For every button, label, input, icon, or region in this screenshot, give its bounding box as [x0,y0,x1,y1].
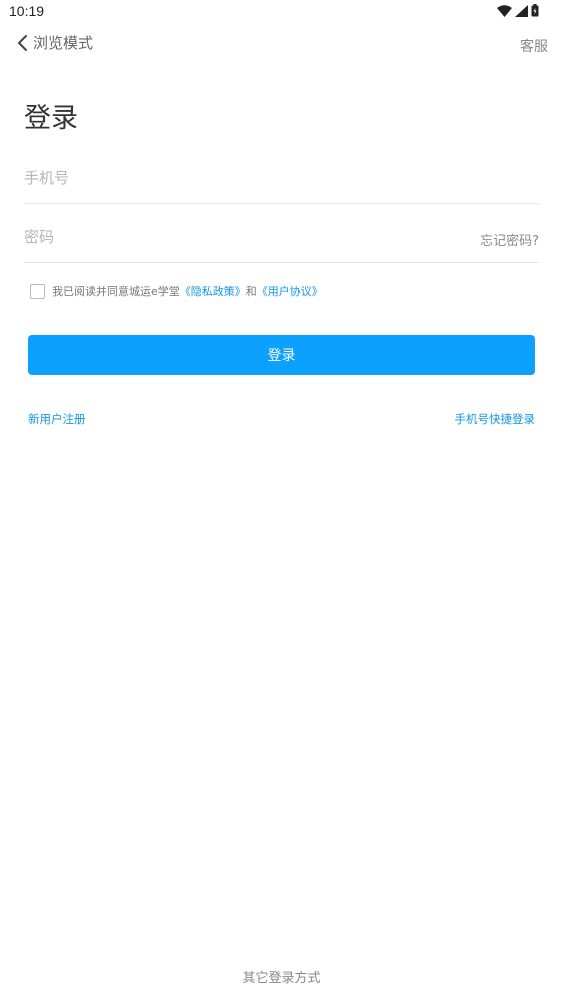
password-field-container: 忘记密码? [24,212,539,263]
back-button[interactable]: 浏览模式 [16,32,93,53]
agreement-checkbox[interactable] [30,283,45,299]
chevron-left-icon [18,34,27,51]
signal-icon [515,4,528,17]
other-login-methods[interactable]: 其它登录方式 [0,967,563,986]
status-icons [497,4,539,17]
battery-icon [531,4,539,17]
quick-login-link[interactable]: 手机号快捷登录 [455,411,536,427]
privacy-policy-link[interactable]: 《隐私政策》 [180,283,246,299]
status-time: 10:19 [9,3,45,19]
page-title: 登录 [24,103,78,134]
register-link[interactable]: 新用户注册 [28,411,86,427]
phone-input[interactable] [24,163,424,193]
agreement-text: 我已阅读并同意城运e学堂 [52,285,180,298]
agreement-and-text: 和 [245,285,257,298]
wifi-icon [497,4,512,17]
phone-field-container [24,153,539,204]
user-agreement-link[interactable]: 《用户协议》 [257,283,323,299]
forgot-password-link[interactable]: 忘记密码? [480,230,539,249]
customer-service-link[interactable]: 客服 [520,36,548,56]
login-button[interactable]: 登录 [28,335,535,375]
agreement-row: 我已阅读并同意城运e学堂 《隐私政策》 和 《用户协议》 [30,283,323,299]
password-input[interactable] [24,222,424,252]
status-bar: 10:19 [0,0,563,24]
back-label: 浏览模式 [33,34,94,52]
nav-bar: 浏览模式 客服 [0,28,563,64]
